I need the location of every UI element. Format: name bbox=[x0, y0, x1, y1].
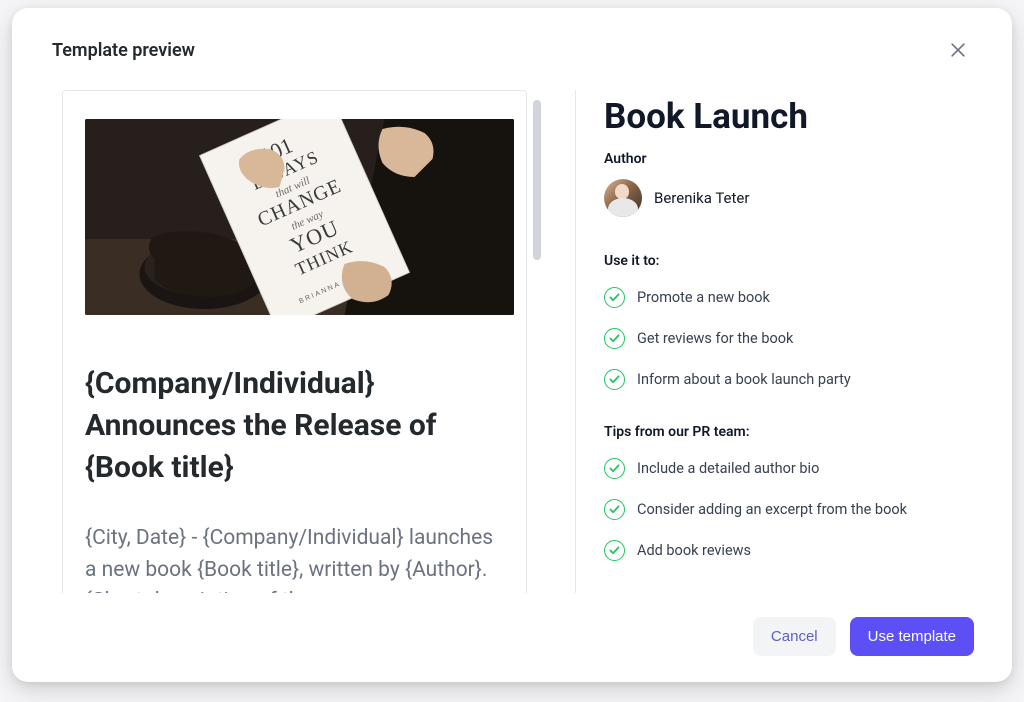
vertical-divider bbox=[575, 90, 576, 593]
check-icon bbox=[604, 499, 625, 520]
list-item-text: Get reviews for the book bbox=[637, 330, 793, 347]
list-item: Add book reviews bbox=[604, 540, 972, 561]
template-title: Book Launch bbox=[604, 96, 972, 137]
close-button[interactable] bbox=[944, 36, 972, 64]
list-item-text: Inform about a book launch party bbox=[637, 371, 851, 388]
tips-list: Include a detailed author bio Consider a… bbox=[604, 458, 972, 561]
template-details-panel: Book Launch Author Berenika Teter Use it… bbox=[604, 90, 972, 593]
list-item: Get reviews for the book bbox=[604, 328, 972, 349]
document-headline: {Company/Individual} Announces the Relea… bbox=[85, 363, 514, 489]
modal-footer: Cancel Use template bbox=[12, 593, 1012, 682]
list-item: Include a detailed author bio bbox=[604, 458, 972, 479]
use-it-list: Promote a new book Get reviews for the b… bbox=[604, 287, 972, 390]
list-item-text: Consider adding an excerpt from the book bbox=[637, 501, 907, 518]
template-preview-modal: Template preview bbox=[12, 8, 1012, 682]
use-template-button[interactable]: Use template bbox=[850, 617, 974, 656]
tips-label: Tips from our PR team: bbox=[604, 424, 972, 440]
modal-body: 101 ESSAYS that will CHANGE the way YOU … bbox=[12, 80, 1012, 593]
check-icon bbox=[604, 287, 625, 308]
list-item-text: Promote a new book bbox=[637, 289, 770, 306]
check-icon bbox=[604, 369, 625, 390]
author-row: Berenika Teter bbox=[604, 179, 972, 217]
check-icon bbox=[604, 328, 625, 349]
close-icon bbox=[948, 40, 968, 60]
preview-scrollbar[interactable] bbox=[533, 100, 541, 260]
document-preview-panel[interactable]: 101 ESSAYS that will CHANGE the way YOU … bbox=[62, 90, 527, 593]
author-label: Author bbox=[604, 151, 972, 167]
avatar bbox=[604, 179, 642, 217]
modal-title: Template preview bbox=[52, 40, 195, 61]
list-item: Inform about a book launch party bbox=[604, 369, 972, 390]
list-item: Promote a new book bbox=[604, 287, 972, 308]
modal-header: Template preview bbox=[12, 8, 1012, 80]
document-body: {City, Date} - {Company/Individual} laun… bbox=[85, 523, 514, 593]
cancel-button[interactable]: Cancel bbox=[753, 617, 836, 656]
use-it-label: Use it to: bbox=[604, 253, 972, 269]
list-item: Consider adding an excerpt from the book bbox=[604, 499, 972, 520]
list-item-text: Add book reviews bbox=[637, 542, 751, 559]
check-icon bbox=[604, 540, 625, 561]
author-name: Berenika Teter bbox=[654, 189, 749, 207]
check-icon bbox=[604, 458, 625, 479]
list-item-text: Include a detailed author bio bbox=[637, 460, 819, 477]
hero-image: 101 ESSAYS that will CHANGE the way YOU … bbox=[85, 119, 514, 315]
